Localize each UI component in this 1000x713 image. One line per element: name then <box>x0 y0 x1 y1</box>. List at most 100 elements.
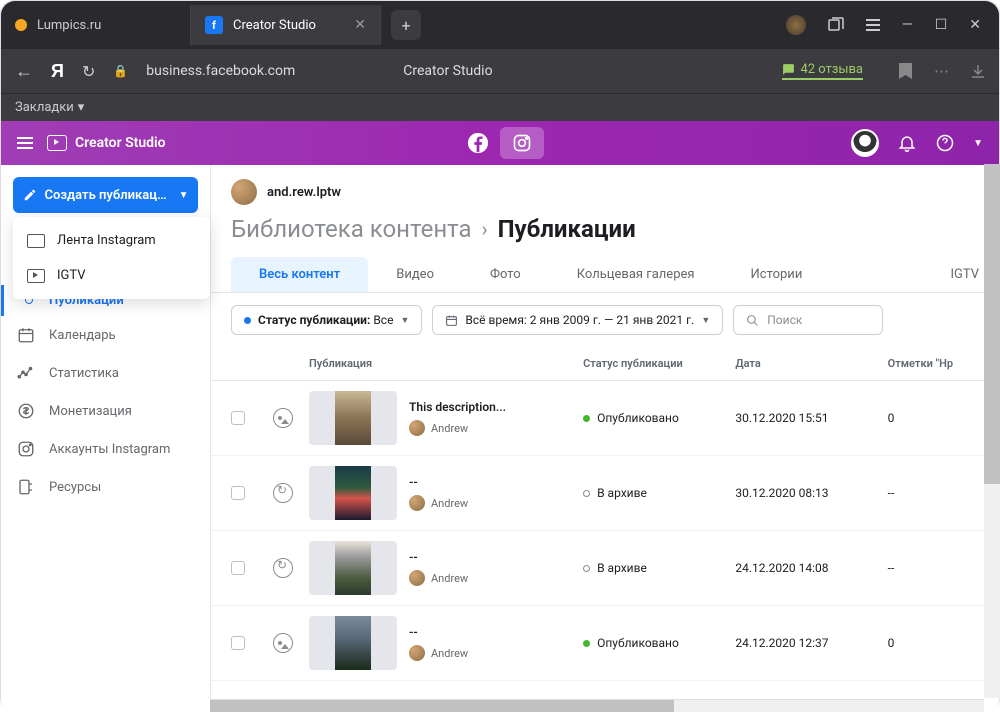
bell-icon[interactable] <box>897 133 917 153</box>
checkbox[interactable] <box>231 486 245 500</box>
sidebar-item-accounts[interactable]: Аккаунты Instagram <box>1 430 210 468</box>
bookmarks-bar[interactable]: Закладки ▾ <box>1 93 999 121</box>
filters-bar: Статус публикации: Все ▼ Всё время: 2 ян… <box>211 293 999 347</box>
tab-stories[interactable]: Истории <box>723 257 831 292</box>
checkbox[interactable] <box>231 411 245 425</box>
content-area: and.rew.lptw Библиотека контента › Публи… <box>211 165 999 699</box>
page-title: Creator Studio <box>403 63 492 79</box>
dot-icon <box>244 317 251 324</box>
stats-icon <box>17 364 35 382</box>
vertical-scrollbar[interactable] <box>984 164 1000 698</box>
instagram-tab[interactable] <box>500 127 544 159</box>
facebook-tab[interactable] <box>456 127 500 159</box>
status-badge: Опубликовано <box>583 636 735 650</box>
tab-igtv[interactable]: IGTV <box>922 257 979 292</box>
new-tab-button[interactable]: + <box>391 10 421 40</box>
post-author: Andrew <box>409 570 468 586</box>
app-logo[interactable]: Creator Studio <box>47 135 166 151</box>
search-input[interactable]: Поиск <box>733 305 883 335</box>
status-filter[interactable]: Статус публикации: Все ▼ <box>231 305 422 335</box>
monetization-icon <box>17 402 35 420</box>
author-avatar <box>409 420 425 436</box>
tab-photo[interactable]: Фото <box>462 257 549 292</box>
sidebar-item-calendar[interactable]: Календарь <box>1 316 210 354</box>
col-date[interactable]: Дата <box>735 357 887 370</box>
lock-icon[interactable]: 🔒 <box>113 64 128 78</box>
table-header: Публикация Статус публикации Дата Отметк… <box>211 347 999 381</box>
post-likes: -- <box>888 561 979 575</box>
tab-all-content[interactable]: Весь контент <box>231 257 368 292</box>
content-tabs: Весь контент Видео Фото Кольцевая галере… <box>211 257 999 293</box>
close-button[interactable]: ✕ <box>969 17 981 33</box>
yandex-icon[interactable]: Я <box>51 61 64 82</box>
back-button[interactable]: ← <box>15 61 33 82</box>
account-selector[interactable]: and.rew.lptw <box>211 165 999 215</box>
sidebar-item-monetization[interactable]: Монетизация <box>1 392 210 430</box>
thumbnail <box>309 466 397 520</box>
col-publication[interactable]: Публикация <box>309 357 583 370</box>
menu-icon[interactable] <box>866 18 880 32</box>
breadcrumb-library[interactable]: Библиотека контента <box>231 215 472 243</box>
maximize-button[interactable]: ☐ <box>935 17 948 33</box>
tab-creator-studio[interactable]: f Creator Studio ✕ <box>191 5 381 45</box>
author-avatar <box>409 645 425 661</box>
table-row[interactable]: This description... Andrew Опубликовано … <box>211 381 999 456</box>
account-avatar <box>231 179 257 205</box>
tab-video[interactable]: Видео <box>368 257 462 292</box>
minimize-button[interactable]: — <box>902 17 913 33</box>
post-likes: 0 <box>888 411 979 425</box>
reload-button[interactable]: ↻ <box>82 62 95 81</box>
post-date: 24.12.2020 12:37 <box>735 636 887 650</box>
create-publication-button[interactable]: Создать публикац… ▼ <box>13 177 198 213</box>
dropdown-item-feed[interactable]: Лента Instagram <box>13 223 210 258</box>
archive-icon <box>273 558 293 578</box>
author-avatar <box>409 570 425 586</box>
col-likes[interactable]: Отметки "Нр <box>888 357 979 370</box>
thumbnail <box>309 616 397 670</box>
help-icon[interactable] <box>935 133 955 153</box>
bookmark-icon[interactable] <box>899 63 912 79</box>
tab-lumpics[interactable]: Lumpics.ru <box>1 5 191 45</box>
table-row[interactable]: -- Andrew В архиве 24.12.2020 14:08 -- <box>211 531 999 606</box>
horizontal-scrollbar[interactable] <box>210 699 984 712</box>
instagram-icon <box>17 440 35 458</box>
profile-avatar[interactable] <box>786 15 806 35</box>
chevron-down-icon[interactable]: ▼ <box>973 138 983 149</box>
table-row[interactable]: -- Andrew В архиве 30.12.2020 08:13 -- <box>211 456 999 531</box>
resources-icon <box>17 478 35 496</box>
status-dot-icon <box>583 565 590 572</box>
download-icon[interactable] <box>971 64 985 78</box>
sidebar-item-resources[interactable]: Ресурсы <box>1 468 210 506</box>
close-icon[interactable]: ✕ <box>354 17 366 33</box>
post-author: Andrew <box>409 645 468 661</box>
hamburger-menu[interactable] <box>17 137 33 149</box>
post-date: 24.12.2020 14:08 <box>735 561 887 575</box>
sidebar-item-stats[interactable]: Статистика <box>1 354 210 392</box>
post-date: 30.12.2020 08:13 <box>735 486 887 500</box>
date-filter[interactable]: Всё время: 2 янв 2009 г. — 21 янв 2021 г… <box>432 305 723 335</box>
table-row[interactable]: -- Andrew Опубликовано 24.12.2020 12:37 … <box>211 606 999 681</box>
collections-icon[interactable] <box>828 17 844 33</box>
thumbnail <box>309 391 397 445</box>
facebook-icon: f <box>205 16 223 34</box>
checkbox[interactable] <box>231 636 245 650</box>
dropdown-item-igtv[interactable]: IGTV <box>13 258 210 293</box>
user-avatar[interactable] <box>851 129 879 157</box>
post-likes: -- <box>888 486 979 500</box>
calendar-icon <box>17 326 35 344</box>
col-status[interactable]: Статус публикации <box>583 357 735 370</box>
post-author: Andrew <box>409 495 468 511</box>
author-avatar <box>409 495 425 511</box>
tab-title: Lumpics.ru <box>37 18 101 33</box>
post-likes: 0 <box>888 636 979 650</box>
sidebar: Создать публикац… ▼ Лента Instagram IGTV… <box>1 165 211 699</box>
more-icon[interactable]: ⋯ <box>934 62 949 80</box>
tab-carousel[interactable]: Кольцевая галерея <box>549 257 723 292</box>
reviews-link[interactable]: 42 отзыва <box>782 62 863 80</box>
chevron-down-icon: ▼ <box>701 315 710 326</box>
post-author: Andrew <box>409 420 506 436</box>
checkbox[interactable] <box>231 561 245 575</box>
post-description: -- <box>409 550 468 564</box>
image-icon <box>273 408 293 428</box>
url-text[interactable]: business.facebook.com <box>146 63 295 79</box>
